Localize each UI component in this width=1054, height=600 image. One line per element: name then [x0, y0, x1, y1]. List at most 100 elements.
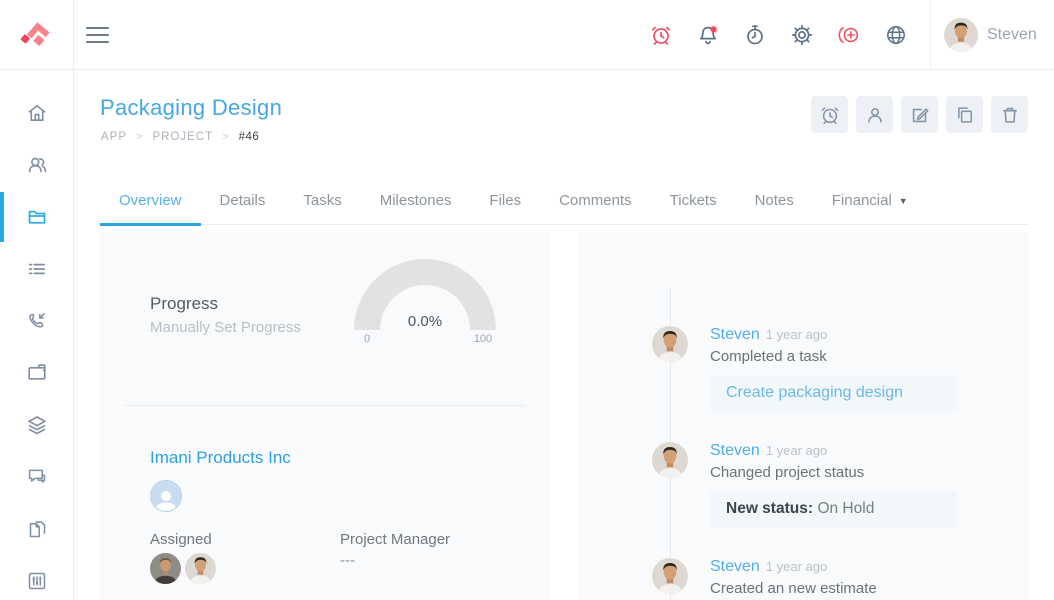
breadcrumb-app[interactable]: APP: [101, 131, 127, 143]
delete-button[interactable]: [991, 96, 1028, 133]
delete-icon: [1002, 107, 1017, 123]
sidebar-item-projects[interactable]: [0, 191, 73, 243]
tab-label: Files: [489, 192, 522, 209]
client-avatar-placeholder[interactable]: [150, 480, 182, 512]
timer-icon: [821, 106, 838, 124]
activity-heading: Steven 1 year ago: [710, 558, 986, 576]
wallet-icon: [27, 364, 46, 380]
status-value: On Hold: [817, 500, 875, 517]
top-header: Steven: [0, 0, 1054, 70]
tab-label: Comments: [559, 192, 632, 209]
activity-avatar[interactable]: [652, 442, 688, 478]
sidebar-item-payments[interactable]: [0, 347, 73, 399]
activity-card: Steven 1 year ago Completed a task Create…: [578, 232, 1029, 600]
activity-time: 1 year ago: [765, 559, 828, 574]
tab-notes[interactable]: Notes: [736, 179, 813, 224]
caret-down-icon: ▼: [898, 196, 908, 206]
person-icon: [155, 491, 177, 511]
breadcrumb-separator: >: [136, 131, 144, 143]
activity-avatar[interactable]: [652, 558, 688, 594]
settings-gear-icon[interactable]: [790, 23, 814, 47]
progress-gauge: 0.0% 0 100: [345, 250, 505, 345]
tab-tickets[interactable]: Tickets: [651, 179, 736, 224]
globe-icon[interactable]: [884, 23, 908, 47]
activity-user-link[interactable]: Steven: [710, 442, 760, 459]
active-tab-underline: [100, 223, 201, 226]
assign-user-button[interactable]: [856, 96, 893, 133]
documents-icon: [29, 521, 45, 538]
progress-title: Progress: [150, 294, 219, 313]
activity-item: Steven 1 year ago Completed a task Create…: [578, 326, 1029, 411]
assigned-avatars: [150, 553, 216, 584]
user-menu[interactable]: Steven: [930, 0, 1054, 70]
assigned-avatar-1[interactable]: [150, 553, 181, 584]
sidebar-item-settings-panel[interactable]: [0, 555, 73, 600]
activity-detail-box: New status: On Hold: [710, 491, 956, 527]
hamburger-menu[interactable]: [86, 23, 116, 47]
sidebar-item-home[interactable]: [0, 87, 73, 139]
duplicate-icon: [957, 106, 972, 123]
alarm-icon[interactable]: [649, 23, 673, 47]
header-icon-bar: [649, 0, 908, 70]
brand-logo[interactable]: [0, 0, 74, 70]
sidebar-item-tasks[interactable]: [0, 243, 73, 295]
sidebar-item-calls[interactable]: [0, 295, 73, 347]
layers-icon: [27, 416, 46, 435]
tab-label: Tickets: [669, 192, 717, 209]
tab-tasks[interactable]: Tasks: [284, 179, 360, 224]
breadcrumb-section[interactable]: PROJECT: [152, 131, 213, 143]
app-window: Steven Packaging Design APP > PROJECT > …: [0, 0, 1054, 600]
home-icon: [27, 105, 46, 121]
activity-item: Steven 1 year ago Changed project status …: [578, 442, 1029, 527]
sidebar-item-layers[interactable]: [0, 399, 73, 451]
sidebar-item-clients[interactable]: [0, 139, 73, 191]
gauge-min-label: 0: [364, 333, 370, 344]
user-name: Steven: [987, 26, 1037, 43]
activity-action: Completed a task: [710, 348, 827, 365]
tab-label: Financial: [831, 192, 892, 209]
sidebar-item-documents[interactable]: [0, 503, 73, 555]
activity-user-link[interactable]: Steven: [710, 326, 760, 343]
assigned-avatar-2[interactable]: [185, 553, 216, 584]
project-manager-value: ---: [340, 552, 355, 569]
notifications-bell-icon[interactable]: [696, 23, 720, 47]
chat-icon: [28, 469, 45, 483]
tab-files[interactable]: Files: [470, 179, 540, 224]
page-action-bar: [811, 96, 1028, 133]
quick-add-icon[interactable]: [837, 23, 861, 47]
tab-label: Tasks: [303, 192, 342, 209]
page-title: Packaging Design: [100, 95, 283, 120]
projects-folder-icon: [28, 210, 45, 224]
gauge-max-label: 100: [474, 333, 492, 344]
activity-detail-link[interactable]: Create packaging design: [710, 375, 956, 411]
tab-overview[interactable]: Overview: [100, 179, 201, 226]
tab-comments[interactable]: Comments: [540, 179, 651, 224]
assign-user-icon: [867, 107, 882, 123]
tab-financial[interactable]: Financial ▼: [813, 179, 927, 224]
activity-feed: Steven 1 year ago Completed a task Create…: [578, 326, 1029, 600]
activity-user-link[interactable]: Steven: [710, 558, 760, 575]
incoming-call-icon: [28, 313, 45, 328]
activity-heading: Steven 1 year ago: [710, 442, 956, 460]
sidebar-item-messages[interactable]: [0, 451, 73, 503]
duplicate-button[interactable]: [946, 96, 983, 133]
progress-card: Progress Manually Set Progress 0.0% 0 10…: [100, 232, 550, 600]
activity-item: Steven 1 year ago Created an new estimate: [578, 558, 1029, 600]
user-avatar: [944, 18, 978, 52]
list-icon: [28, 263, 45, 275]
activity-avatar[interactable]: [652, 326, 688, 362]
tab-milestones[interactable]: Milestones: [361, 179, 471, 224]
client-link[interactable]: Imani Products Inc: [150, 448, 291, 468]
edit-button[interactable]: [901, 96, 938, 133]
active-nav-indicator: [0, 192, 4, 242]
stopwatch-icon[interactable]: [743, 23, 767, 47]
brand-logo-icon: [20, 22, 50, 47]
sidebar-nav: [0, 71, 74, 600]
project-manager-label: Project Manager: [340, 531, 451, 548]
tab-details[interactable]: Details: [201, 179, 285, 224]
activity-time: 1 year ago: [765, 327, 828, 342]
timer-button[interactable]: [811, 96, 848, 133]
breadcrumb: APP > PROJECT > #46: [101, 131, 259, 143]
activity-action: Changed project status: [710, 464, 865, 481]
status-label: New status:: [726, 500, 813, 517]
